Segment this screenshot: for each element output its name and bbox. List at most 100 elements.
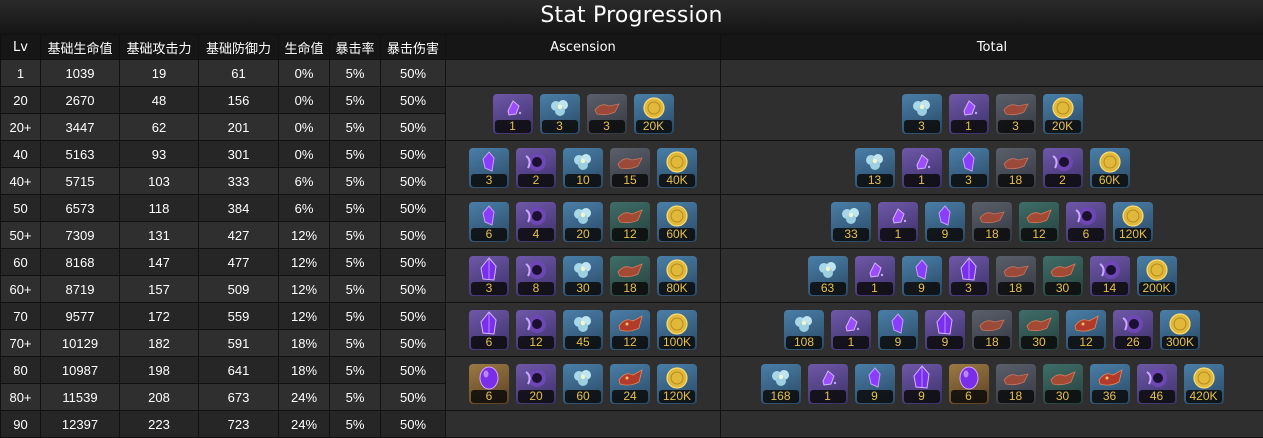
cell-crit-dmg: 50% (381, 168, 446, 195)
material-item[interactable]: 33 (831, 202, 871, 242)
material-item[interactable]: 26 (1113, 310, 1153, 350)
material-item[interactable]: 6 (1066, 202, 1106, 242)
material-item[interactable]: 2 (1043, 148, 1083, 188)
material-item[interactable]: 20 (563, 202, 603, 242)
material-item[interactable]: 9 (925, 202, 965, 242)
material-item[interactable]: 6 (469, 310, 509, 350)
material-item[interactable]: 8 (516, 256, 556, 296)
material-item[interactable]: 12 (610, 202, 650, 242)
material-item[interactable]: 300K (1160, 310, 1200, 350)
material-item[interactable]: 6 (949, 364, 989, 404)
material-item[interactable]: 20K (634, 94, 674, 134)
material-item[interactable]: 24 (610, 364, 650, 404)
material-item[interactable]: 3 (469, 148, 509, 188)
material-item[interactable]: 12 (516, 310, 556, 350)
material-item[interactable]: 3 (902, 94, 942, 134)
material-item[interactable]: 30 (1043, 256, 1083, 296)
material-item[interactable]: 6 (469, 364, 509, 404)
material-item[interactable]: 18 (996, 256, 1036, 296)
material-item[interactable]: 1 (808, 364, 848, 404)
material-count: 12 (1068, 336, 1104, 349)
cell-level: 40+ (1, 168, 41, 195)
material-item[interactable]: 1 (902, 148, 942, 188)
material-item[interactable]: 1 (949, 94, 989, 134)
material-item[interactable]: 40K (657, 148, 697, 188)
material-item[interactable]: 3 (949, 256, 989, 296)
ascension-cell: 6206024120K (446, 357, 721, 411)
cell-base-atk: 19 (120, 60, 199, 87)
material-item[interactable]: 108 (784, 310, 824, 350)
ascension-empty-cell (446, 411, 721, 438)
material-item[interactable]: 3 (996, 94, 1036, 134)
material-item[interactable]: 36 (1090, 364, 1130, 404)
material-item[interactable]: 45 (563, 310, 603, 350)
material-count: 12 (612, 228, 648, 241)
material-item[interactable]: 6 (469, 202, 509, 242)
material-item[interactable]: 18 (972, 202, 1012, 242)
material-count: 3 (951, 282, 987, 295)
material-item[interactable]: 3 (949, 148, 989, 188)
header-row: Lv 基础生命值 基础攻击力 基础防御力 生命值 暴击率 暴击伤害 Ascens… (1, 35, 1263, 60)
material-item[interactable]: 30 (563, 256, 603, 296)
material-item[interactable]: 12 (1019, 202, 1059, 242)
material-item[interactable]: 120K (1113, 202, 1153, 242)
material-item[interactable]: 1 (878, 202, 918, 242)
material-count: 12 (1021, 228, 1057, 241)
material-item[interactable]: 3 (587, 94, 627, 134)
material-item[interactable]: 420K (1184, 364, 1224, 404)
cell-level: 50+ (1, 222, 41, 249)
material-item[interactable]: 168 (761, 364, 801, 404)
material-item[interactable]: 2 (516, 148, 556, 188)
material-item[interactable]: 12 (610, 310, 650, 350)
material-item[interactable]: 10 (563, 148, 603, 188)
cell-base-atk: 208 (120, 384, 199, 411)
material-item[interactable]: 120K (657, 364, 697, 404)
material-item[interactable]: 3 (540, 94, 580, 134)
material-item[interactable]: 9 (902, 256, 942, 296)
header-crit-rate: 暴击率 (330, 35, 381, 60)
material-item[interactable]: 60K (657, 202, 697, 242)
material-item[interactable]: 20K (1043, 94, 1083, 134)
ascension.0-materials: 13320K (446, 94, 720, 134)
material-item[interactable]: 1 (493, 94, 533, 134)
material-item[interactable]: 80K (657, 256, 697, 296)
material-item[interactable]: 4 (516, 202, 556, 242)
material-item[interactable]: 13 (855, 148, 895, 188)
cell-hp-bonus: 0% (279, 87, 330, 114)
material-item[interactable]: 3 (469, 256, 509, 296)
material-item[interactable]: 63 (808, 256, 848, 296)
material-item[interactable]: 12 (1066, 310, 1106, 350)
cell-level: 90 (1, 411, 41, 438)
material-item[interactable]: 14 (1090, 256, 1130, 296)
material-item[interactable]: 9 (902, 364, 942, 404)
material-item[interactable]: 18 (996, 364, 1036, 404)
material-count: 60K (659, 228, 695, 241)
material-item[interactable]: 1 (831, 310, 871, 350)
cell-hp-bonus: 24% (279, 411, 330, 438)
material-item[interactable]: 9 (878, 310, 918, 350)
material-item[interactable]: 60 (563, 364, 603, 404)
material-item[interactable]: 60K (1090, 148, 1130, 188)
material-item[interactable]: 9 (925, 310, 965, 350)
material-count: 6 (471, 336, 507, 349)
cell-crit-rate: 5% (330, 357, 381, 384)
material-item[interactable]: 1 (855, 256, 895, 296)
material-item[interactable]: 100K (657, 310, 697, 350)
material-item[interactable]: 200K (1137, 256, 1177, 296)
total-cell: 63193 183014200K (721, 249, 1263, 303)
cell-level: 20+ (1, 114, 41, 141)
material-item[interactable]: 18 (972, 310, 1012, 350)
table-row: 70957717255912%5%50%6124512100K108199183… (1, 303, 1263, 330)
material-item[interactable]: 20 (516, 364, 556, 404)
material-item[interactable]: 30 (1019, 310, 1059, 350)
material-item[interactable]: 15 (610, 148, 650, 188)
material-count: 30 (1021, 336, 1057, 349)
material-count: 3 (904, 120, 940, 133)
material-item[interactable]: 46 (1137, 364, 1177, 404)
material-item[interactable]: 18 (610, 256, 650, 296)
material-item[interactable]: 30 (1043, 364, 1083, 404)
material-count: 60K (1092, 174, 1128, 187)
material-item[interactable]: 9 (855, 364, 895, 404)
material-item[interactable]: 18 (996, 148, 1036, 188)
cell-crit-rate: 5% (330, 141, 381, 168)
